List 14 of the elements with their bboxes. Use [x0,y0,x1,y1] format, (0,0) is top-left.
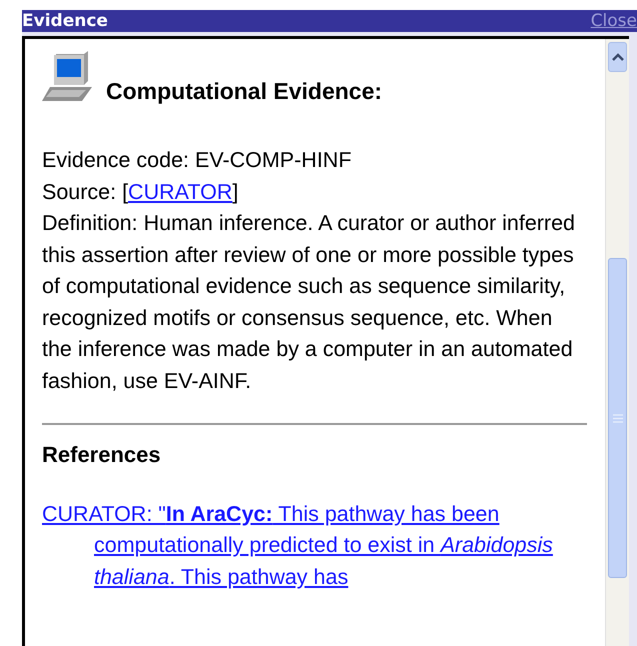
close-link[interactable]: Close [590,11,637,31]
scroll-up-button[interactable] [608,42,627,72]
grip-icon [612,414,622,422]
window-title: Evidence [22,11,108,31]
definition-text: Definition: Human inference. A curator or author inferred this assertion after review of one or more possible types of computational evidence such as sequence similarity, recognized motifs or consensus sequence, etc. When the inference was made by a computer in an automated fashion, use EV-AINF. [42,210,576,394]
references-heading: References [42,441,162,469]
chevron-up-icon [612,53,624,61]
source-line: Source: [CURATOR] [42,178,240,206]
curator-link[interactable]: CURATOR [128,180,232,204]
scrollbar[interactable] [605,39,629,646]
section-heading: Computational Evidence: [106,77,382,105]
evidence-code: Evidence code: EV-COMP-HINF [42,147,352,174]
scroll-thumb[interactable] [608,258,627,578]
reference-link[interactable]: CURATOR: "In AraCyc: This pathway has been computationally predicted to exist in Arabidopsis thaliana. This pathway has [42,498,587,593]
